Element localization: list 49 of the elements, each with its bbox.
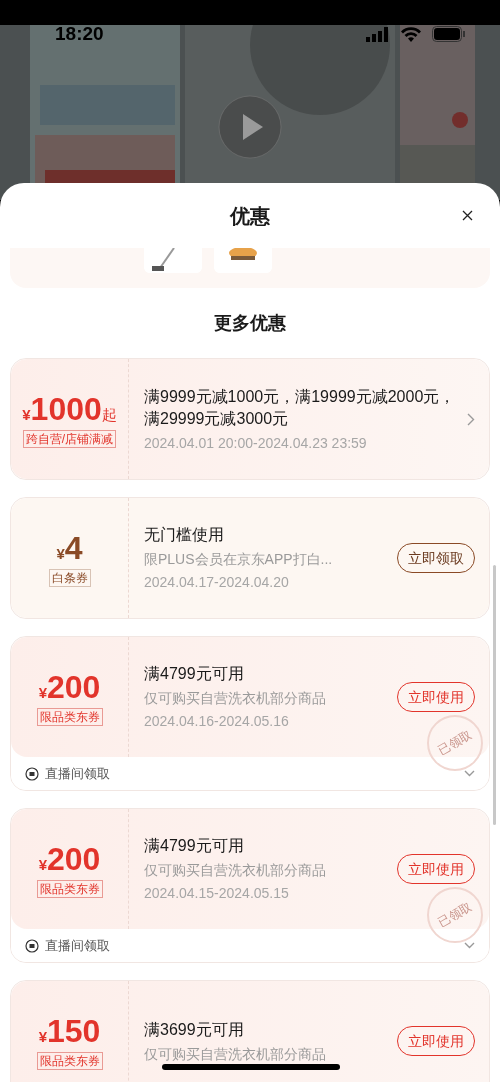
stamp-text: 已领取 (434, 898, 476, 932)
coupon-card[interactable]: ¥4 白条券 无门槛使用 限PLUS会员在京东APP打白... 2024.04.17-2024.04.20 立即领取 (10, 497, 490, 619)
coupon-card[interactable]: ¥200 限品类东券 满4799元可用 仅可购买自营洗衣机部分商品 2024.04.15-2024.05.15 立即使用 已领取 直播间领取 (10, 808, 490, 963)
coupon-date: 2024.04.01 20:00-2024.04.23 23:59 (144, 433, 368, 453)
status-time: 18:20 (55, 22, 104, 46)
wifi-icon (400, 26, 422, 42)
coupon-tag: 白条券 (48, 569, 91, 587)
coupon-date: 2024.04.17-2024.04.20 (144, 573, 290, 592)
signal-icon (366, 27, 390, 42)
stamp-text: 已领取 (434, 726, 476, 760)
footer-label: 直播间领取 (45, 936, 111, 955)
coupon-tag: 限品类东券 (36, 1052, 103, 1070)
coupon-card[interactable]: ¥200 限品类东券 满4799元可用 仅可购买自营洗衣机部分商品 2024.04.16-2024.05.16 立即使用 已领取 直播间领取 (10, 636, 490, 791)
coupon-tag: 限品类东券 (36, 708, 103, 726)
coupon-amount: 200 (46, 668, 101, 706)
coupon-title: 满3699元可用 (144, 1019, 245, 1040)
coupon-amount: 1000 (30, 390, 102, 428)
coupon-amount: 150 (46, 1012, 101, 1050)
coupon-description: 仅可购买自营洗衣机部分商品 (144, 1044, 327, 1064)
currency-symbol: ¥ (38, 684, 47, 703)
coupon-title: 无门槛使用 (144, 525, 225, 545)
close-icon[interactable] (462, 210, 473, 221)
coupon-description: 仅可购买自营洗衣机部分商品 (144, 861, 327, 880)
coupon-date: 2024.04.16-2024.05.16 (144, 712, 290, 731)
coupon-description: 仅可购买自营洗衣机部分商品 (144, 689, 327, 708)
battery-icon (432, 26, 466, 42)
currency-symbol: ¥ (38, 1028, 47, 1047)
currency-symbol: ¥ (38, 856, 47, 875)
footer-label: 直播间领取 (45, 764, 111, 783)
coupon-amount: 200 (46, 840, 101, 878)
coupon-tag: 限品类东券 (36, 880, 103, 898)
coupon-date: 2024.04.15-2024.05.15 (144, 884, 290, 903)
live-icon (25, 766, 39, 781)
coupon-title: 满4799元可用 (144, 836, 245, 856)
amount-suffix: 起 (101, 406, 117, 425)
coupon-title: 满4799元可用 (144, 664, 245, 684)
coupon-card[interactable]: ¥1000起 跨自营/店铺满减 满9999元减1000元，满19999元减2000元，满29999元减3000元 2024.04.01 20:00-2024.04.23 23:59 (10, 358, 490, 480)
coupon-tag: 跨自营/店铺满减 (22, 430, 117, 448)
currency-symbol: ¥ (56, 545, 65, 564)
coupon-card[interactable]: ¥150 限品类东券 满3699元可用 仅可购买自营洗衣机部分商品 立即使用 (10, 980, 490, 1082)
coupon-amount: 4 (64, 529, 83, 567)
coupon-title: 满9999元减1000元，满19999元减2000元，满29999元减3000元 (144, 386, 457, 429)
currency-symbol: ¥ (22, 406, 31, 425)
coupon-description: 限PLUS会员在京东APP打白... (144, 550, 334, 569)
live-icon (25, 938, 39, 953)
sheet-title: 优惠 (230, 203, 270, 229)
play-icon[interactable] (218, 95, 282, 159)
section-title: 更多优惠 (214, 311, 286, 335)
chevron-right-icon (467, 412, 475, 426)
